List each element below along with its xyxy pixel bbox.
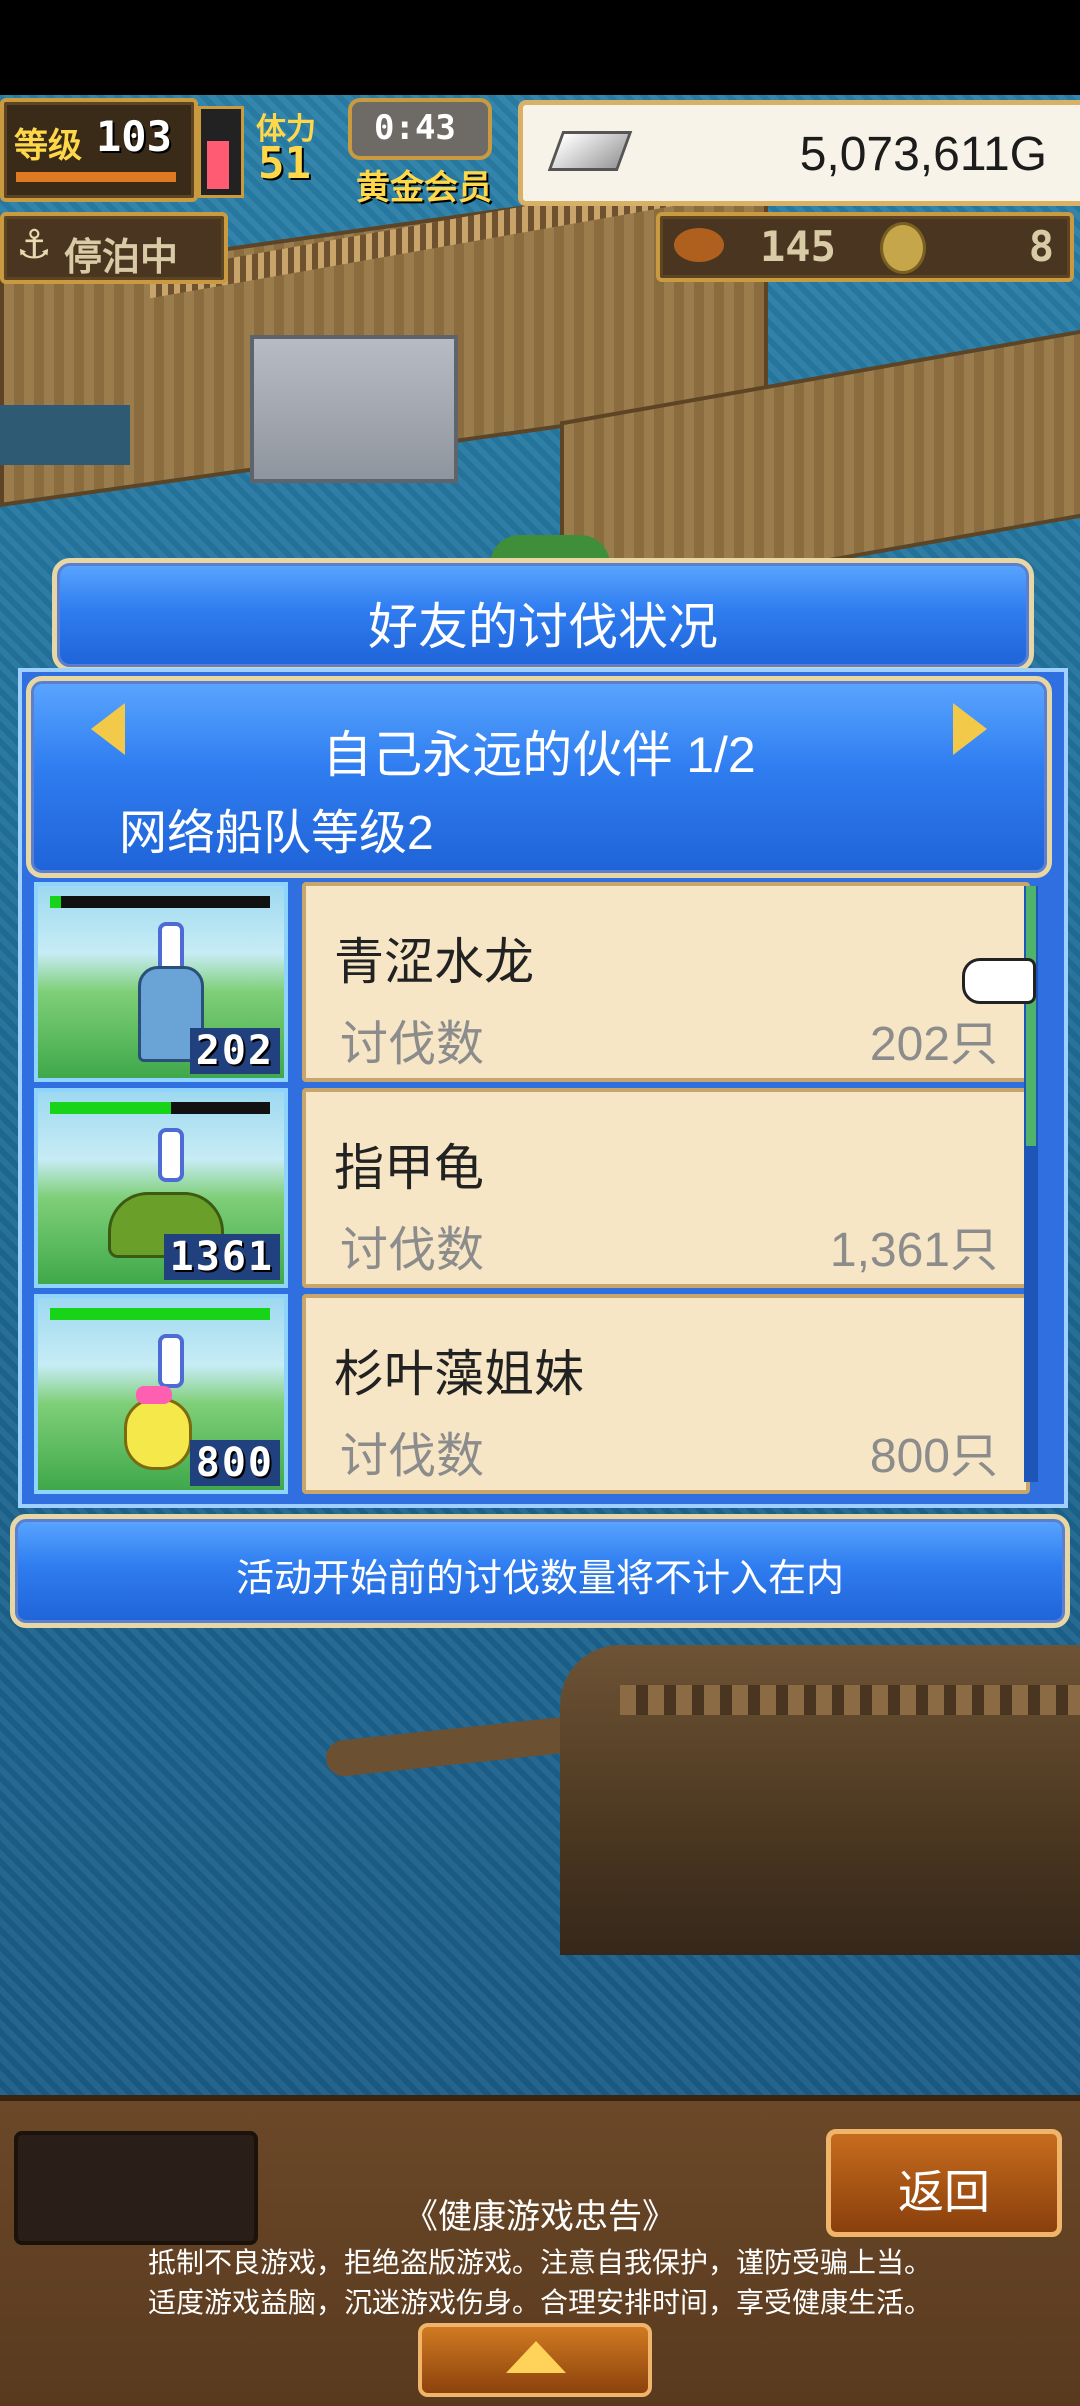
stamina-gauge-fill [207, 141, 229, 189]
kill-label: 讨伐数 [340, 1018, 485, 1071]
up-arrow-icon [506, 2341, 566, 2373]
coin-icon [880, 222, 926, 274]
dialog-title: 好友的讨伐状况 [368, 599, 718, 655]
hp-bar [50, 896, 270, 908]
monster-name: 杉叶藻姐妹 [334, 1346, 584, 1402]
stamina-box: 体力 51 [248, 98, 348, 194]
kill-label: 讨伐数 [340, 1430, 485, 1483]
thumb-kill-count: 202 [189, 1028, 280, 1074]
advisory-line-1: 抵制不良游戏，拒绝盗版游戏。注意自我保护，谨防受骗上当。 [147, 2247, 932, 2278]
kill-count: 800只 [869, 1430, 998, 1483]
food-count: 145 [760, 222, 836, 271]
friend-name: 自己永远的伙伴 1/2 [322, 727, 756, 783]
pointer-hand-icon [962, 958, 1036, 1004]
kill-count: 202只 [869, 1018, 998, 1071]
friend-header: 自己永远的伙伴 1/2 网络船队等级2 [26, 676, 1052, 878]
monster-thumbnail: 1361 [34, 1088, 288, 1288]
timer: 0:43 [374, 108, 456, 148]
monster-name: 指甲龟 [334, 1140, 484, 1196]
list-item[interactable]: 202 青涩水龙 讨伐数 202只 [30, 882, 1030, 1082]
monster-card: 杉叶藻姐妹 讨伐数 800只 [302, 1294, 1030, 1494]
note-text: 活动开始前的讨伐数量将不计入在内 [235, 1558, 844, 1600]
exclamation-icon [158, 1128, 184, 1182]
timer-box: 0:43 [348, 98, 492, 160]
silver-ingot-icon [547, 131, 633, 171]
gold-box: 5,073,611G [518, 100, 1080, 206]
thumb-kill-count: 800 [189, 1440, 280, 1486]
monster-thumbnail: 800 [34, 1294, 288, 1494]
level-box: 等级 103 [0, 98, 198, 202]
bottom-panel: 返回 《健康游戏忠告》 抵制不良游戏，拒绝盗版游戏。注意自我保护，谨防受骗上当。… [0, 2095, 1080, 2406]
list-item[interactable]: 1361 指甲龟 讨伐数 1,361只 [30, 1088, 1030, 1288]
thumb-kill-count: 1361 [163, 1234, 280, 1280]
exclamation-icon [158, 1334, 184, 1388]
seaweed-sister-sprite [124, 1398, 192, 1470]
boat-edge [0, 405, 130, 465]
membership-badge: 黄金会员 [356, 168, 492, 208]
ship-railing [620, 1685, 1080, 1715]
bow-icon [136, 1386, 172, 1404]
food-icon [674, 228, 724, 262]
scrollbar-thumb[interactable] [1026, 886, 1036, 1146]
status-bar [0, 0, 1080, 95]
hp-bar [50, 1102, 270, 1114]
expand-button[interactable] [418, 2323, 652, 2397]
dialog-title-bar: 好友的讨伐状况 [52, 558, 1034, 672]
dock-status-button[interactable]: ⚓ 停泊中 [0, 212, 228, 284]
coin-count: 8 [1028, 222, 1054, 271]
kill-count: 1,361只 [829, 1224, 998, 1277]
fleet-level: 网络船队等级2 [119, 807, 434, 860]
hp-bar [50, 1308, 270, 1320]
anchor-icon: ⚓ [16, 223, 52, 267]
advisory-line-2: 适度游戏益脑，沉迷游戏伤身。合理安排时间，享受健康生活。 [147, 2287, 932, 2318]
level-value: 103 [96, 112, 172, 161]
resource-box: 145 8 [656, 212, 1074, 282]
monster-card: 指甲龟 讨伐数 1,361只 [302, 1088, 1030, 1288]
level-label: 等级 [14, 126, 82, 166]
dock-status: 停泊中 [64, 235, 179, 279]
monster-thumbnail: 202 [34, 882, 288, 1082]
exp-bar [16, 172, 176, 182]
list-item[interactable]: 800 杉叶藻姐妹 讨伐数 800只 [30, 1294, 1030, 1494]
gold-amount: 5,073,611G [799, 128, 1047, 181]
stamina-value: 51 [258, 138, 311, 189]
stamina-gauge [198, 106, 244, 198]
note-bar: 活动开始前的讨伐数量将不计入在内 [10, 1514, 1070, 1628]
advisory-title: 《健康游戏忠告》 [404, 2198, 676, 2236]
kill-label: 讨伐数 [340, 1224, 485, 1277]
monster-name: 青涩水龙 [334, 934, 534, 990]
monster-card: 青涩水龙 讨伐数 202只 [302, 882, 1030, 1082]
kill-list: 202 青涩水龙 讨伐数 202只 1361 指甲龟 讨伐数 1,361只 80… [30, 878, 1030, 1498]
castle [250, 335, 458, 483]
